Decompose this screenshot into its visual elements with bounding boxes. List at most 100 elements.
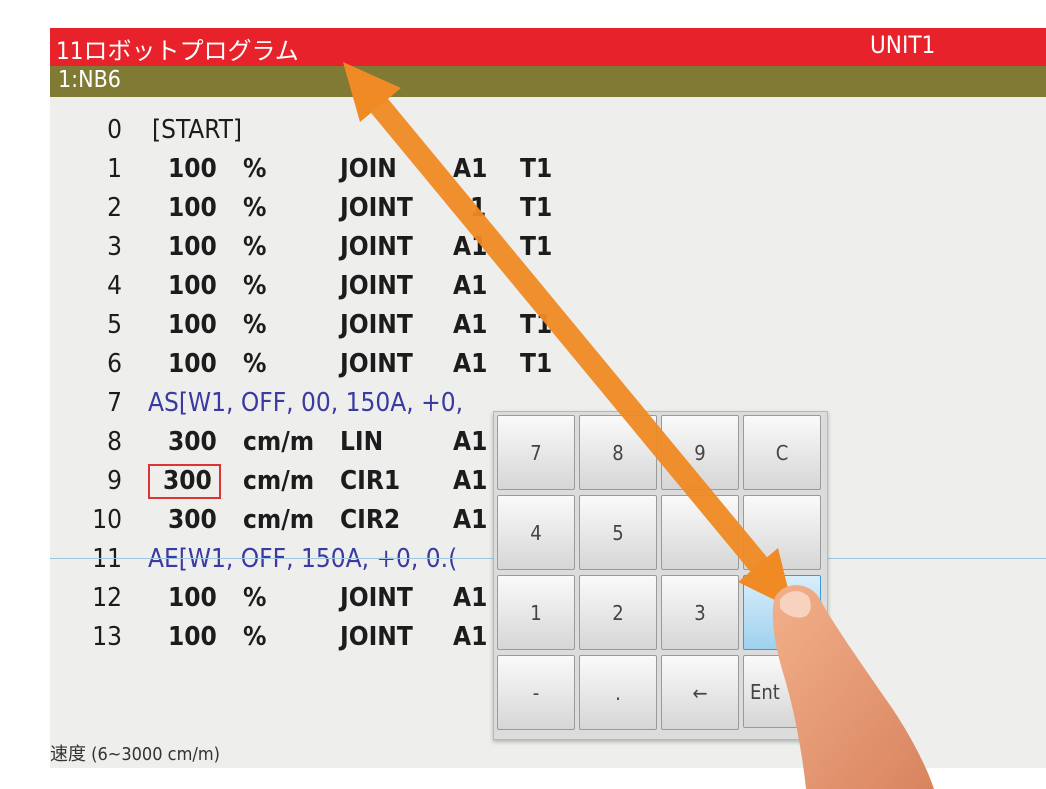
- accuracy: A1: [453, 427, 488, 457]
- accuracy: 1: [470, 193, 487, 223]
- program-line[interactable]: 0 [START]: [50, 114, 510, 147]
- program-line[interactable]: 4 100 % JOINT A1: [50, 270, 510, 303]
- program-line[interactable]: 13 100 % JOINT A1: [50, 621, 510, 654]
- interpolation: JOINT: [340, 310, 413, 340]
- program-line[interactable]: 3 100 % JOINT A1 T1: [50, 231, 552, 264]
- key-6[interactable]: [661, 495, 739, 570]
- tool: T1: [520, 232, 553, 262]
- program-line[interactable]: 12 100 % JOINT A1: [50, 582, 510, 615]
- program-line[interactable]: 8 300 cm/m LIN A1: [50, 426, 510, 459]
- line-number: 5: [107, 310, 122, 340]
- speed-unit: %: [243, 232, 267, 262]
- speed-value[interactable]: 100: [168, 621, 217, 654]
- speed-value[interactable]: 300: [168, 426, 217, 459]
- window-title: 11ロボットプログラム: [56, 37, 299, 65]
- tool: T1: [520, 193, 553, 223]
- speed-unit: cm/m: [243, 466, 315, 496]
- key-clear[interactable]: C: [743, 415, 821, 490]
- line-number: 2: [107, 193, 122, 223]
- tool: T1: [520, 310, 553, 340]
- accuracy: A1: [453, 349, 488, 379]
- program-line[interactable]: 6 100 % JOINT A1 T1: [50, 348, 552, 381]
- unit-label: UNIT1: [870, 31, 936, 59]
- accuracy: A1: [453, 271, 488, 301]
- interpolation: CIR2: [340, 505, 401, 535]
- line-text: [START]: [152, 115, 243, 145]
- key-backspace[interactable]: [743, 495, 821, 570]
- line-number: 10: [92, 505, 122, 535]
- interpolation: LIN: [340, 427, 384, 457]
- speed-value[interactable]: 100: [168, 582, 217, 615]
- key-9[interactable]: 9: [661, 415, 739, 490]
- interpolation: JOINT: [340, 583, 413, 613]
- arc-end-instruction: AE[W1, OFF, 150A, +0, 0.(: [148, 544, 458, 574]
- teach-pendant-screen: 11ロボットプログラム UNIT1 1:NB6 0 [START] 1 100 …: [50, 28, 1046, 768]
- line-number: 11: [92, 544, 122, 574]
- accuracy: A1: [453, 310, 488, 340]
- speed-unit: cm/m: [243, 427, 315, 457]
- key-1[interactable]: 1: [497, 575, 575, 650]
- key-4[interactable]: 4: [497, 495, 575, 570]
- accuracy: A1: [453, 505, 488, 535]
- key-3[interactable]: 3: [661, 575, 739, 650]
- program-line[interactable]: 10 300 cm/m CIR2 A1: [50, 504, 510, 537]
- speed-unit: %: [243, 193, 267, 223]
- interpolation: JOIN: [340, 154, 397, 184]
- accuracy: A1: [453, 232, 488, 262]
- speed-unit: %: [243, 310, 267, 340]
- accuracy: A1: [453, 622, 488, 652]
- program-line[interactable]: 11 AE[W1, OFF, 150A, +0, 0.(: [50, 543, 510, 576]
- speed-value[interactable]: 100: [168, 348, 217, 381]
- key-decimal[interactable]: .: [579, 655, 657, 730]
- line-number: 8: [107, 427, 122, 457]
- line-number: 13: [92, 622, 122, 652]
- speed-unit: %: [243, 271, 267, 301]
- program-line[interactable]: 2 100 % JOINT 1 T1: [50, 192, 552, 225]
- key-enter-highlighted[interactable]: [743, 575, 821, 650]
- speed-value-selected[interactable]: 300: [148, 464, 221, 499]
- speed-unit: %: [243, 154, 267, 184]
- program-line[interactable]: 7 AS[W1, OFF, 00, 150A, +0,: [50, 387, 510, 420]
- numeric-keypad: 7 8 9 C 4 5 1 2 3 - . ← Ent: [493, 411, 828, 740]
- program-line-selected[interactable]: 9 300 cm/m CIR1 A1: [50, 464, 510, 499]
- key-2[interactable]: 2: [579, 575, 657, 650]
- key-8[interactable]: 8: [579, 415, 657, 490]
- program-line[interactable]: 5 100 % JOINT A1 T1: [50, 309, 552, 342]
- speed-unit: %: [243, 349, 267, 379]
- line-number: 3: [107, 232, 122, 262]
- interpolation: JOINT: [340, 193, 413, 223]
- speed-value[interactable]: 100: [168, 153, 217, 186]
- tool: T1: [520, 349, 553, 379]
- speed-unit: %: [243, 622, 267, 652]
- key-left-arrow[interactable]: ←: [661, 655, 739, 730]
- interpolation: JOINT: [340, 271, 413, 301]
- program-line[interactable]: 1 100 % JOIN A1 T1: [50, 153, 552, 186]
- program-name: 1:NB6: [58, 67, 121, 93]
- speed-unit: %: [243, 583, 267, 613]
- title-bar: 11ロボットプログラム UNIT1: [50, 28, 1046, 66]
- interpolation: JOINT: [340, 232, 413, 262]
- line-number: 4: [107, 271, 122, 301]
- accuracy: A1: [453, 154, 488, 184]
- status-hint: 速度 (6~3000 cm/m): [50, 744, 220, 765]
- key-enter[interactable]: Ent: [743, 655, 819, 728]
- tool: T1: [520, 154, 553, 184]
- speed-unit: cm/m: [243, 505, 315, 535]
- line-number: 6: [107, 349, 122, 379]
- key-7[interactable]: 7: [497, 415, 575, 490]
- interpolation: JOINT: [340, 622, 413, 652]
- speed-value[interactable]: 100: [168, 192, 217, 225]
- accuracy: A1: [453, 466, 488, 496]
- line-number: 7: [107, 388, 122, 418]
- speed-value[interactable]: 100: [168, 231, 217, 264]
- speed-value[interactable]: 100: [168, 309, 217, 342]
- speed-value[interactable]: 100: [168, 270, 217, 303]
- accuracy: A1: [453, 583, 488, 613]
- speed-value[interactable]: 300: [168, 504, 217, 537]
- line-number: 12: [92, 583, 122, 613]
- key-minus[interactable]: -: [497, 655, 575, 730]
- program-name-bar: 1:NB6: [50, 66, 1046, 97]
- key-5[interactable]: 5: [579, 495, 657, 570]
- interpolation: CIR1: [340, 466, 401, 496]
- line-number: 9: [107, 466, 122, 496]
